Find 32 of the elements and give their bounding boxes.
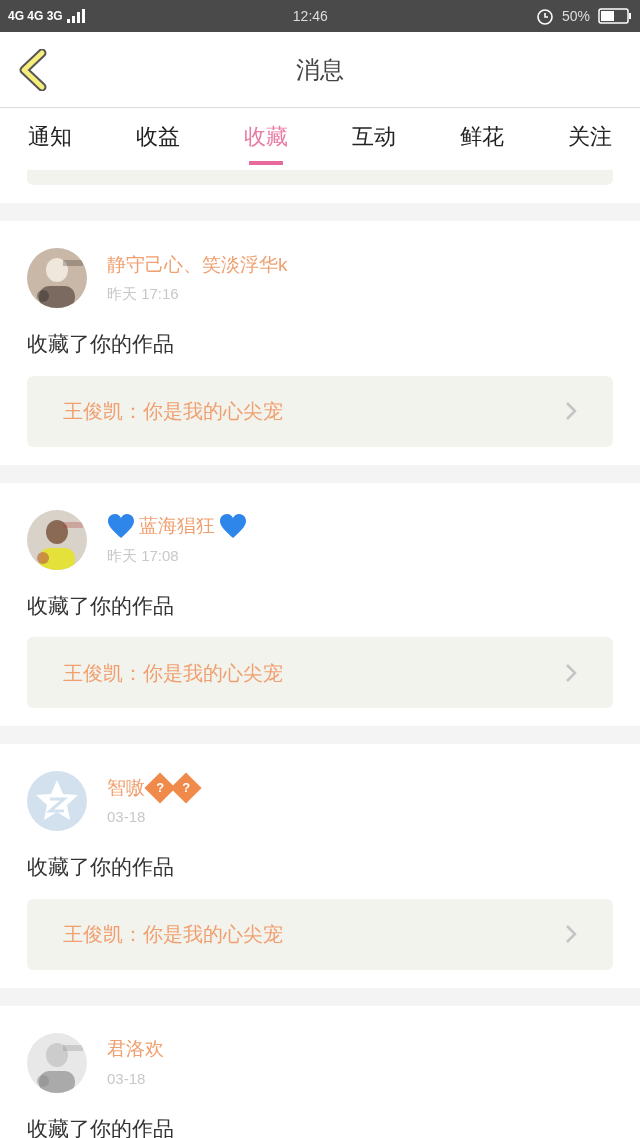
tab[interactable]: 通知 xyxy=(28,108,72,170)
network-label: 4G 4G 3G xyxy=(8,8,63,25)
user-name[interactable]: 智嗷 xyxy=(107,773,145,802)
chevron-right-icon xyxy=(565,924,577,944)
clock-time: 12:46 xyxy=(292,6,328,26)
user-name[interactable]: 静守己心、笑淡浮华k xyxy=(107,250,288,279)
page-title: 消息 xyxy=(296,54,344,85)
quoted-work[interactable]: 王俊凯：你是我的心尖宠 xyxy=(27,375,613,447)
user-name[interactable]: 蓝海猖狂 xyxy=(139,512,215,541)
quoted-work[interactable]: 王俊凯：你是我的心尖宠 xyxy=(27,898,613,970)
tab[interactable]: 互动 xyxy=(352,108,396,170)
action-text: 收藏了你的作品 xyxy=(27,592,175,619)
tab[interactable]: 收藏 xyxy=(244,108,288,170)
chevron-right-icon xyxy=(565,401,577,421)
action-text: 收藏了你的作品 xyxy=(27,331,175,357)
action-text: 收藏了你的作品 xyxy=(27,1115,175,1138)
quoted-work[interactable]: 王俊凯：你是我的心尖宠 xyxy=(27,637,613,708)
signal-icon xyxy=(66,9,85,23)
user-name[interactable]: 君洛欢 xyxy=(107,1035,164,1064)
tab[interactable]: 鲜花 xyxy=(460,108,504,170)
default-avatar-icon xyxy=(27,771,87,831)
tab[interactable]: 关注 xyxy=(568,108,612,170)
tab[interactable]: 收益 xyxy=(136,108,180,170)
battery-icon xyxy=(598,8,632,24)
chevron-right-icon xyxy=(565,662,577,683)
action-text: 收藏了你的作品 xyxy=(27,854,175,880)
heart-icon xyxy=(107,513,135,540)
unknown-glyph-icon: ? xyxy=(170,772,202,804)
alarm-icon xyxy=(535,7,554,25)
back-chevron-icon xyxy=(18,49,48,91)
heart-icon xyxy=(219,513,247,540)
battery-percent: 50% xyxy=(561,6,590,26)
